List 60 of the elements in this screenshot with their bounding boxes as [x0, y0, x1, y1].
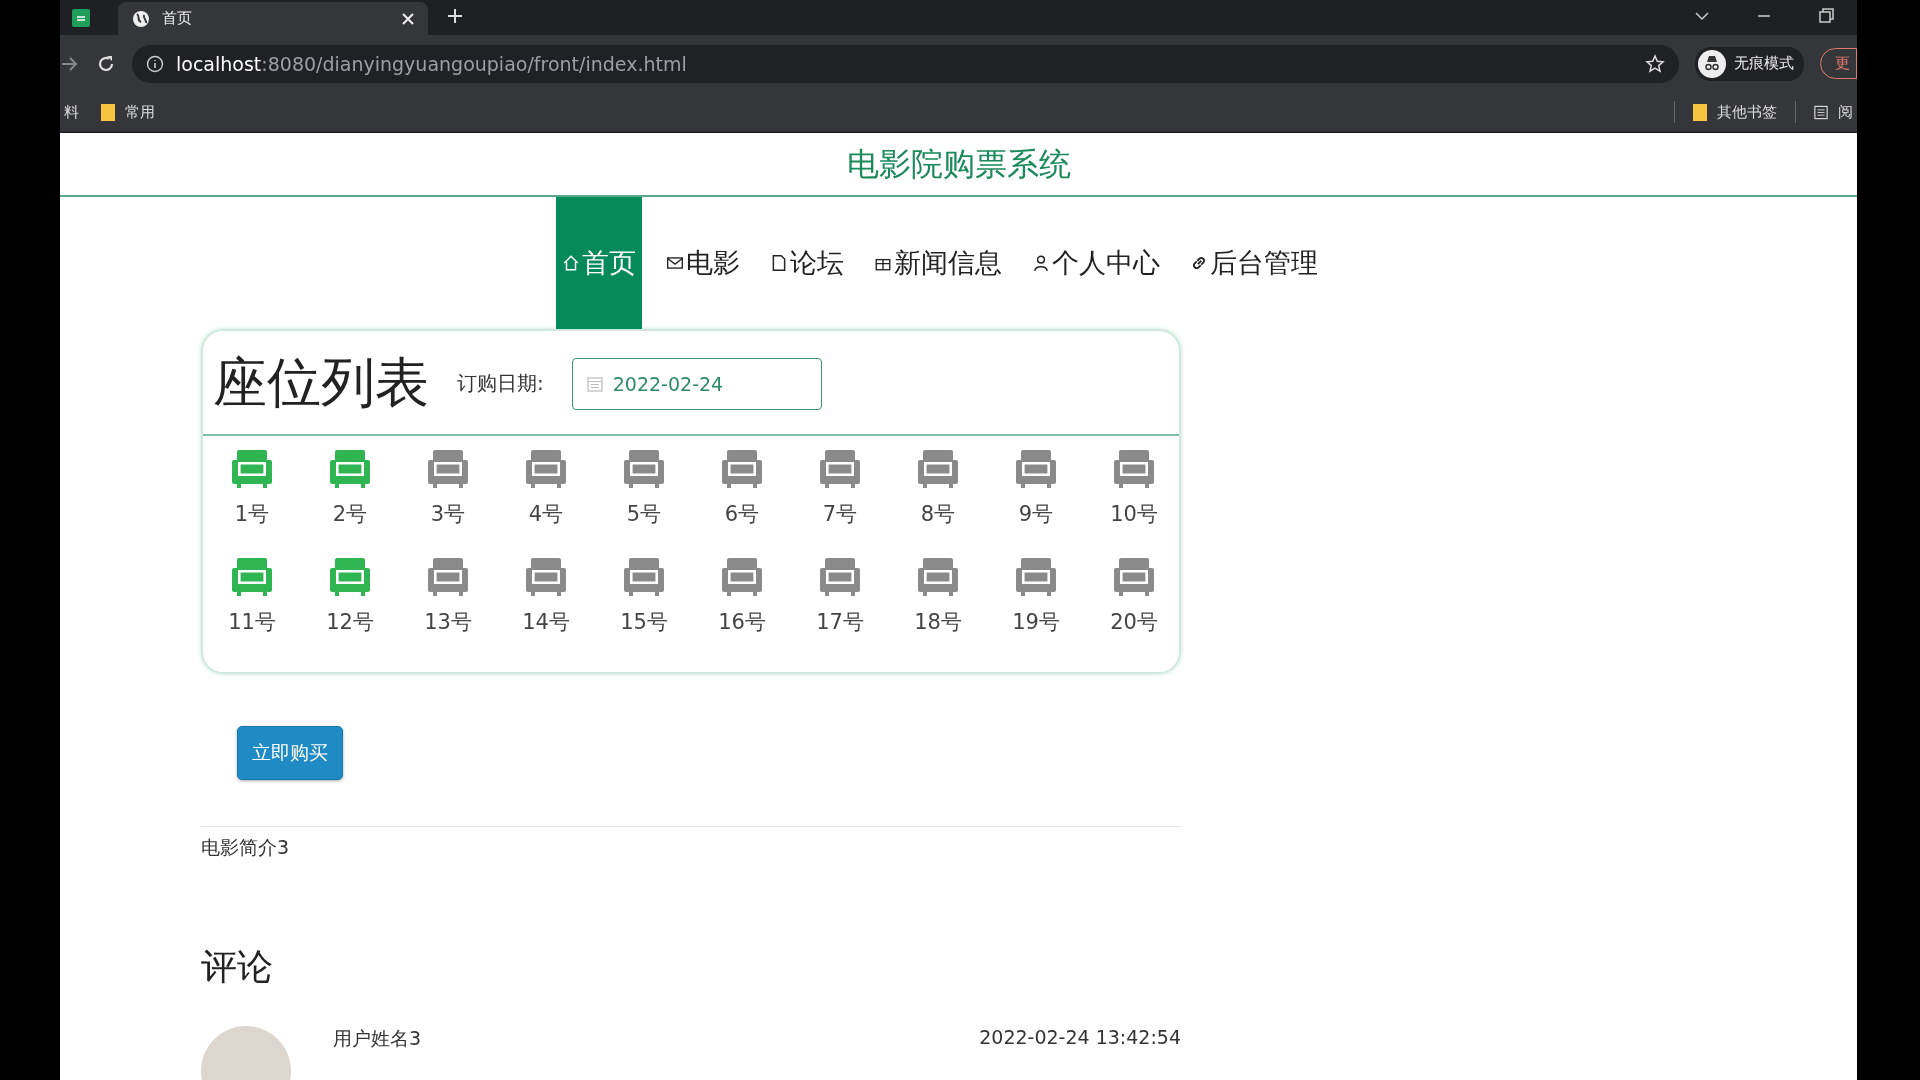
user-name: 用户姓名3 [333, 1026, 422, 1051]
envelope-icon [666, 254, 684, 272]
nav-link[interactable]: 论坛 [764, 197, 850, 329]
seat[interactable]: 10号 [1085, 448, 1183, 528]
reload-icon[interactable] [96, 53, 116, 74]
date-label: 订购日期: [457, 370, 544, 397]
seat[interactable]: 4号 [497, 448, 595, 528]
new-tab-icon[interactable] [446, 7, 464, 25]
profile-button[interactable]: 无痕模式 [1695, 46, 1804, 81]
nav-link[interactable]: 后台管理 [1184, 197, 1324, 329]
nav-link[interactable]: 新闻信息 [868, 197, 1008, 329]
seat[interactable]: 3号 [399, 448, 497, 528]
reading-list-icon [1814, 103, 1828, 121]
site-title: 电影院购票系统 [60, 133, 1857, 197]
calendar-icon [586, 375, 603, 392]
nav-link[interactable]: 个人中心 [1026, 197, 1166, 329]
star-icon[interactable] [1645, 53, 1665, 74]
seat[interactable]: 2号 [301, 448, 399, 528]
browser-tab[interactable]: 首页 [118, 2, 428, 35]
close-icon[interactable] [402, 12, 414, 25]
folder-icon [1693, 103, 1707, 121]
spreadsheet-icon[interactable] [72, 9, 90, 27]
comment-time: 2022-02-24 13:42:54 [979, 1026, 1181, 1050]
nav-link[interactable]: 电影 [660, 197, 746, 329]
seat[interactable]: 18号 [889, 556, 987, 636]
seat[interactable]: 6号 [693, 448, 791, 528]
reading-list-button[interactable]: 阅 [1810, 102, 1857, 122]
incognito-icon [1698, 49, 1726, 78]
seat[interactable]: 14号 [497, 556, 595, 636]
user-icon [1032, 254, 1050, 272]
address-bar[interactable]: localhost:8080/dianyingyuangoupiao/front/index.html [132, 44, 1679, 83]
seat[interactable]: 17号 [791, 556, 889, 636]
seat[interactable]: 9号 [987, 448, 1085, 528]
bookmark-folder[interactable]: 常用 [97, 102, 159, 122]
seat[interactable]: 19号 [987, 556, 1085, 636]
movie-description: 电影简介3 [201, 835, 291, 860]
bookmark-item[interactable]: 料 [60, 102, 83, 122]
seat[interactable]: 5号 [595, 448, 693, 528]
seat[interactable]: 1号 [203, 448, 301, 528]
seat[interactable]: 7号 [791, 448, 889, 528]
globe-icon [132, 9, 150, 28]
seat[interactable]: 16号 [693, 556, 791, 636]
comments-heading: 评论 [201, 945, 274, 989]
folder-icon [101, 103, 115, 121]
bookmark-folder[interactable]: 其他书签 [1689, 102, 1781, 122]
link-icon [1190, 254, 1208, 272]
seat[interactable]: 13号 [399, 556, 497, 636]
seat[interactable]: 20号 [1085, 556, 1183, 636]
seat[interactable]: 8号 [889, 448, 987, 528]
restore-icon[interactable] [1817, 7, 1835, 25]
panel-title: 座位列表 [213, 350, 429, 416]
seat[interactable]: 11号 [203, 556, 301, 636]
date-field[interactable]: 2022-02-24 [571, 357, 822, 410]
nav-link[interactable]: 首页 [556, 197, 642, 329]
seat[interactable]: 12号 [301, 556, 399, 636]
buy-button[interactable]: 立即购买 [237, 726, 343, 780]
home-icon [562, 254, 580, 272]
info-icon[interactable] [146, 54, 164, 73]
document-icon [770, 254, 788, 272]
seat[interactable]: 15号 [595, 556, 693, 636]
